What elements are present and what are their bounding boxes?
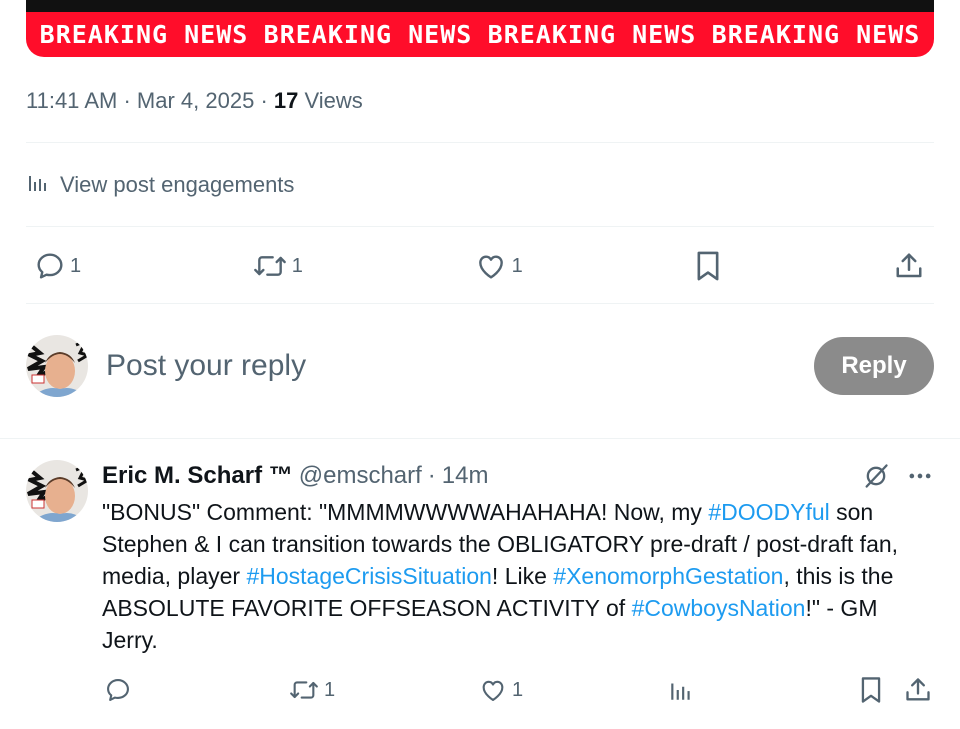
- like-action[interactable]: 1: [474, 250, 523, 282]
- bookmark-icon: [858, 675, 884, 705]
- post-header: Eric M. Scharf ™ @emscharf · 14m: [102, 462, 488, 490]
- meta-separator: ·: [260, 88, 274, 113]
- header-separator: ·: [427, 462, 436, 489]
- post-text: "BONUS" Comment: "MMMMWWWWAHAHAHA! Now, …: [102, 496, 934, 656]
- bookmark-action[interactable]: [858, 674, 884, 706]
- breaking-news-banner[interactable]: BREAKING NEWS BREAKING NEWS BREAKING NEW…: [26, 0, 934, 57]
- analytics-action[interactable]: [668, 674, 694, 706]
- hashtag-link[interactable]: #XenomorphGestation: [553, 563, 783, 589]
- repost-action[interactable]: 1: [288, 674, 335, 706]
- repost-icon: [252, 250, 288, 282]
- meta-separator: ·: [123, 88, 137, 113]
- reply-count: 1: [70, 254, 82, 277]
- hashtag-link[interactable]: #HostageCrisisSituation: [246, 563, 491, 589]
- repost-count: 1: [291, 254, 303, 277]
- views-label: Views: [304, 88, 363, 113]
- like-count: 1: [512, 678, 524, 701]
- banner-image-bottom-edge: [26, 0, 934, 12]
- reply-composer: Post your reply Reply: [26, 334, 934, 398]
- repost-count: 1: [324, 678, 336, 701]
- post-text-segment: ! Like: [491, 563, 554, 589]
- share-action[interactable]: [904, 674, 932, 706]
- author-handle[interactable]: @emscharf: [299, 462, 422, 490]
- avatar[interactable]: [26, 460, 88, 522]
- repost-action[interactable]: 1: [252, 250, 303, 282]
- hashtag-link[interactable]: #DOODYful: [708, 499, 829, 525]
- author-name[interactable]: Eric M. Scharf ™: [102, 462, 293, 490]
- reply-icon: [104, 676, 132, 704]
- post-age[interactable]: 14m: [442, 462, 489, 490]
- banner-strip: BREAKING NEWS BREAKING NEWS BREAKING NEW…: [26, 12, 934, 57]
- view-engagements-label: View post engagements: [60, 172, 295, 197]
- banner-text: BREAKING NEWS: [487, 20, 697, 49]
- banner-text: BREAKING NEWS: [263, 20, 473, 49]
- share-action[interactable]: [894, 250, 924, 282]
- post-time[interactable]: 11:41 AM: [26, 88, 117, 113]
- banner-text: BREAKING NEWS: [39, 20, 249, 49]
- grok-icon[interactable]: [862, 462, 890, 495]
- hashtag-link[interactable]: #CowboysNation: [632, 595, 806, 621]
- post-text-segment: "BONUS" Comment: "MMMMWWWWAHAHAHA! Now, …: [102, 499, 709, 525]
- reply-action[interactable]: 1: [34, 250, 81, 282]
- like-action[interactable]: 1: [478, 674, 523, 706]
- analytics-icon: [26, 170, 50, 200]
- heart-icon: [474, 250, 508, 282]
- view-engagements-link[interactable]: View post engagements: [26, 170, 294, 200]
- more-options-icon[interactable]: [906, 462, 934, 495]
- divider: [26, 303, 934, 304]
- post-date[interactable]: Mar 4, 2025: [137, 88, 254, 113]
- share-icon: [894, 250, 924, 282]
- reply-action[interactable]: [104, 674, 136, 706]
- avatar[interactable]: [26, 335, 88, 397]
- reply-action-bar: 1 1: [104, 674, 934, 706]
- section-divider: [0, 438, 960, 439]
- analytics-icon: [668, 676, 694, 704]
- divider: [26, 142, 934, 143]
- like-count: 1: [511, 254, 523, 277]
- banner-text: BREAKING NEWS: [711, 20, 921, 49]
- bookmark-action[interactable]: [693, 249, 723, 283]
- post-action-bar: 1 1 1: [26, 246, 934, 286]
- reply-input[interactable]: Post your reply: [106, 349, 814, 383]
- repost-icon: [288, 676, 320, 704]
- reply-button[interactable]: Reply: [814, 337, 934, 395]
- heart-icon: [478, 676, 508, 704]
- bookmark-icon: [693, 249, 723, 283]
- reply-icon: [34, 250, 66, 282]
- post-meta: 11:41 AM · Mar 4, 2025 · 17 Views: [26, 88, 363, 114]
- divider: [26, 226, 934, 227]
- views-count: 17: [273, 88, 299, 113]
- share-icon: [904, 676, 932, 704]
- post-header-icons: [862, 462, 934, 495]
